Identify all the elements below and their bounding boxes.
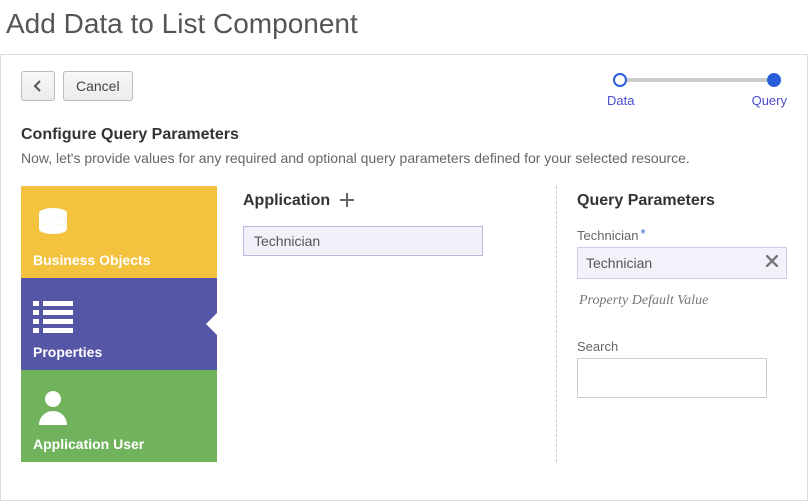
source-tile-column: Business Objects Properties — [21, 186, 217, 462]
config-panel: Cancel Data Query Configure Query Parame… — [0, 54, 808, 501]
list-icon — [33, 299, 205, 338]
wizard-steps: Data Query — [607, 71, 787, 108]
property-default-value[interactable]: Property Default Value — [577, 289, 787, 313]
query-parameters-heading: Query Parameters — [577, 192, 787, 210]
search-label: Search — [577, 339, 787, 354]
tile-label: Business Objects — [33, 252, 205, 268]
add-application-button[interactable] — [340, 192, 354, 210]
application-row[interactable]: Technician — [243, 226, 483, 256]
section-heading: Configure Query Parameters — [21, 126, 787, 144]
application-column: Application Technician — [217, 186, 557, 462]
back-button[interactable] — [21, 71, 55, 101]
search-input[interactable] — [577, 358, 767, 398]
chip-text: Technician — [586, 255, 652, 271]
plus-icon — [340, 193, 354, 207]
remove-chip-button[interactable] — [766, 254, 778, 272]
topbar: Cancel Data Query — [21, 71, 787, 108]
tile-label: Application User — [33, 436, 205, 452]
page-title: Add Data to List Component — [0, 0, 808, 54]
technician-label: Technician* — [577, 228, 787, 243]
tile-application-user[interactable]: Application User — [21, 370, 217, 462]
close-icon — [766, 255, 778, 267]
wizard-label-data: Data — [607, 93, 634, 108]
wizard-step-query[interactable] — [767, 73, 781, 87]
query-parameters-column: Query Parameters Technician* Technician … — [557, 186, 787, 462]
tile-label: Properties — [33, 344, 205, 360]
user-icon — [33, 387, 205, 430]
required-star-icon: * — [640, 226, 645, 241]
tile-properties[interactable]: Properties — [21, 278, 217, 370]
technician-chip[interactable]: Technician — [577, 247, 787, 279]
chevron-left-icon — [32, 79, 44, 93]
wizard-step-data[interactable] — [613, 73, 627, 87]
section-subtext: Now, let's provide values for any requir… — [21, 150, 787, 166]
tile-business-objects[interactable]: Business Objects — [21, 186, 217, 278]
database-icon — [33, 203, 205, 246]
cancel-button[interactable]: Cancel — [63, 71, 133, 101]
wizard-label-query: Query — [752, 93, 787, 108]
application-heading: Application — [243, 192, 330, 210]
